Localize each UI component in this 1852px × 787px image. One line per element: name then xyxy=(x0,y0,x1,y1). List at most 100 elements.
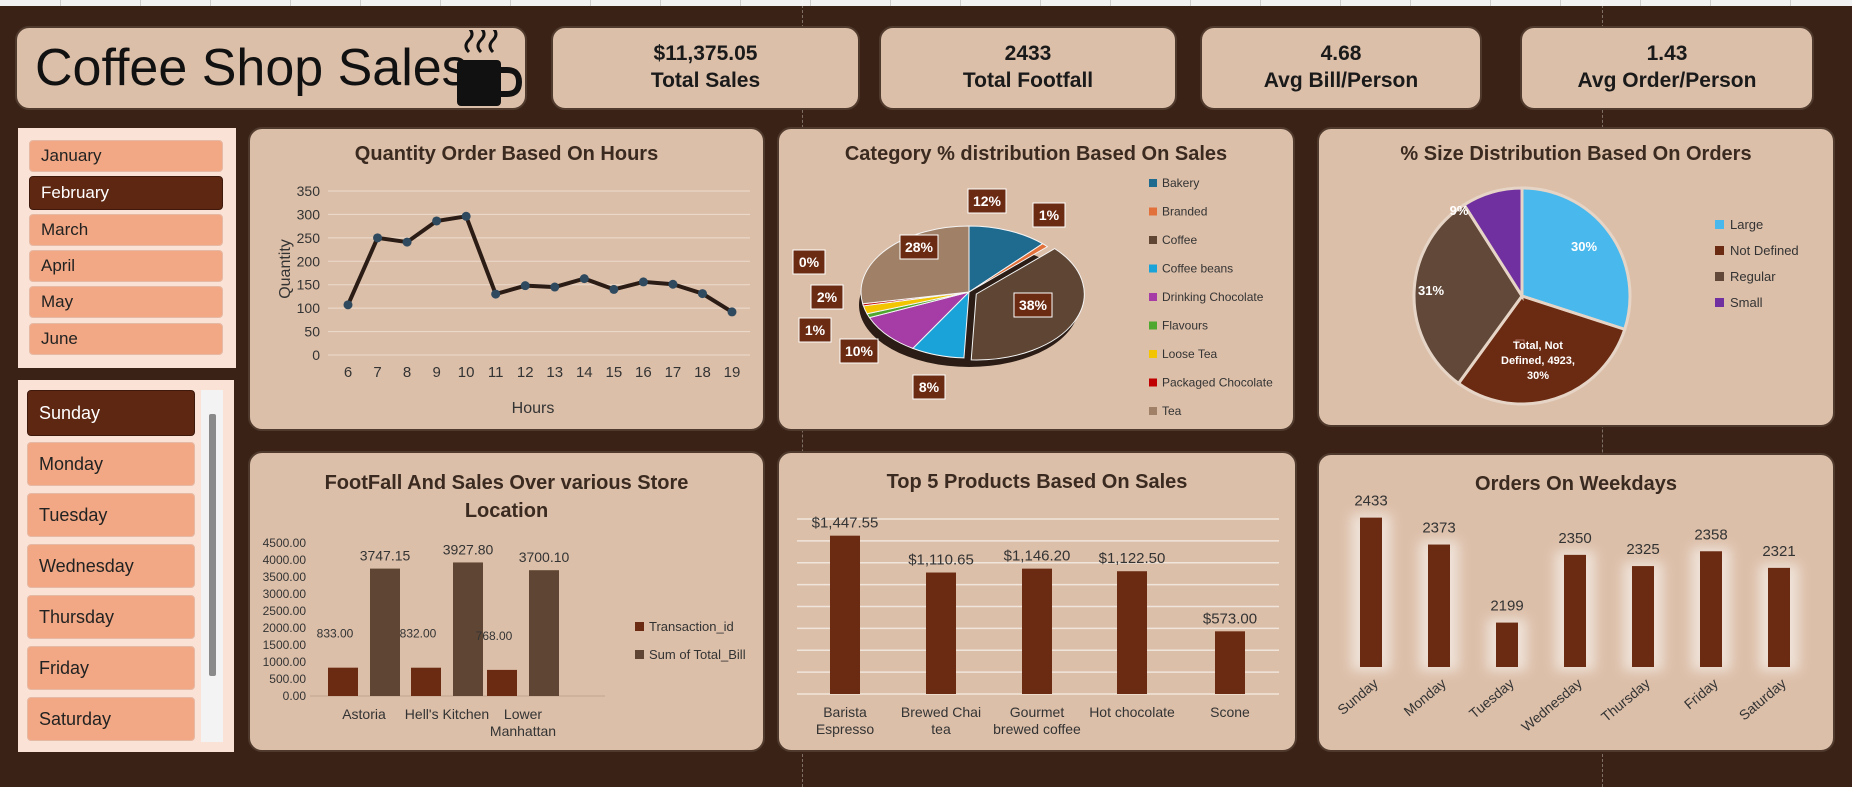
month-item-february[interactable]: February xyxy=(29,176,223,210)
month-slicer: January February March April May June xyxy=(18,128,236,368)
x-tick-label: 16 xyxy=(635,364,652,381)
data-point xyxy=(402,237,412,247)
y-tick-label: 1500.00 xyxy=(263,638,307,652)
data-point xyxy=(579,274,589,284)
month-item-june[interactable]: June xyxy=(29,323,223,355)
pie-data-label: 1% xyxy=(805,322,826,338)
pie-data-label: 8% xyxy=(919,379,940,395)
size-chart-card: % Size Distribution Based On Orders 30% 3… xyxy=(1317,127,1835,427)
legend-swatch xyxy=(635,650,644,659)
slicer-scrollbar-track[interactable] xyxy=(201,390,223,742)
bar xyxy=(926,572,956,694)
kpi-label: Avg Order/Person xyxy=(1577,69,1757,92)
weekdays-bar-chart: 2433 2373 2199 2350 2325 2358 2321 Sunday Monda… xyxy=(1334,493,1799,735)
bar-data-label: 2373 xyxy=(1422,520,1455,537)
legend-swatch xyxy=(1149,236,1157,244)
bar xyxy=(1700,551,1722,667)
pie-data-label: 2% xyxy=(817,289,838,305)
legend-swatch xyxy=(1149,407,1157,415)
bar xyxy=(370,568,400,696)
day-item-saturday[interactable]: Saturday xyxy=(27,697,195,741)
day-item-sunday[interactable]: Sunday xyxy=(27,390,195,436)
x-tick-label: Scone xyxy=(1210,704,1250,720)
coffee-cup-icon xyxy=(457,30,523,106)
legend-label: Coffee xyxy=(1162,233,1197,247)
month-item-may[interactable]: May xyxy=(29,286,223,318)
y-tick-label: 100 xyxy=(297,300,321,316)
hours-series-line xyxy=(346,214,734,314)
pie-data-label: 1% xyxy=(1039,207,1060,223)
legend-label: Coffee beans xyxy=(1162,262,1233,276)
legend-label: Large xyxy=(1730,217,1763,232)
legend-swatch xyxy=(1149,321,1157,330)
bar-data-label: $1,122.50 xyxy=(1099,550,1166,567)
month-item-april[interactable]: April xyxy=(29,250,223,282)
slicer-scrollbar-thumb[interactable] xyxy=(209,414,216,676)
y-tick-label: 50 xyxy=(304,324,320,340)
legend-label: Packaged Chocolate xyxy=(1162,376,1273,390)
y-tick-label: 3000.00 xyxy=(263,587,307,601)
day-item-tuesday[interactable]: Tuesday xyxy=(27,493,195,537)
x-tick-label: Barista xyxy=(823,704,867,720)
month-item-march[interactable]: March xyxy=(29,214,223,246)
bar xyxy=(1117,571,1147,694)
kpi-value: 1.43 xyxy=(1646,42,1688,65)
store-chart-card: FootFall And Sales Over various Store Lo… xyxy=(248,451,765,752)
bar xyxy=(830,535,860,694)
kpi-total-sales: $11,375.05 Total Sales xyxy=(551,26,860,110)
legend-label: Not Defined xyxy=(1730,243,1799,258)
bar xyxy=(487,669,517,696)
data-point xyxy=(638,277,648,287)
x-tick-label: Tuesday xyxy=(1466,675,1517,721)
x-tick-label: 11 xyxy=(488,364,504,381)
x-tick-label: Thursday xyxy=(1598,675,1653,725)
hours-line-chart: 0 50 100 150 200 250 300 350 6 7 8 9 10 11 12 13 14 15 16… xyxy=(277,183,750,417)
legend-swatch xyxy=(1149,293,1157,301)
x-tick-label: brewed coffee xyxy=(993,721,1081,737)
kpi-label: Total Sales xyxy=(650,69,761,92)
x-tick-label: 9 xyxy=(432,364,440,381)
x-tick-label: Hot chocolate xyxy=(1089,704,1175,720)
bar xyxy=(1360,517,1382,667)
legend-label: Tea xyxy=(1162,404,1182,418)
x-tick-label: Gourmet xyxy=(1010,704,1065,720)
bar-data-label: 3700.10 xyxy=(519,549,570,565)
day-item-thursday[interactable]: Thursday xyxy=(27,595,195,639)
legend-swatch xyxy=(1149,179,1157,187)
y-axis-title: Quantity xyxy=(277,239,294,299)
pie-data-label: 10% xyxy=(845,343,874,359)
y-tick-label: 1000.00 xyxy=(263,655,307,669)
kpi-total-footfall: 2433 Total Footfall xyxy=(879,26,1177,110)
day-item-monday[interactable]: Monday xyxy=(27,442,195,486)
x-tick-label: Brewed Chai xyxy=(901,704,981,720)
pie-data-label: 38% xyxy=(1019,297,1048,313)
bar-data-label: 2321 xyxy=(1762,543,1795,560)
x-tick-label: Espresso xyxy=(816,721,875,737)
x-tick-label: 17 xyxy=(665,364,682,381)
tooltip-line-2: Defined, 4923, xyxy=(1501,355,1575,367)
legend-swatch xyxy=(1715,220,1724,229)
bar-data-label: 3927.80 xyxy=(443,541,494,557)
legend-swatch xyxy=(1715,272,1724,281)
legend-swatch xyxy=(1715,298,1724,307)
page-title: Coffee Shop Sales xyxy=(35,39,468,97)
x-tick-label: Lower xyxy=(504,706,542,722)
legend-swatch xyxy=(635,622,644,631)
weekday-slicer: Sunday Monday Tuesday Wednesday Thursday… xyxy=(18,380,234,752)
sheet-header-strip xyxy=(0,0,1852,6)
month-item-january[interactable]: January xyxy=(29,140,223,172)
products-chart-card: Top 5 Products Based On Sales $1,447.55 $… xyxy=(777,451,1297,752)
day-item-friday[interactable]: Friday xyxy=(27,646,195,690)
y-tick-label: 4000.00 xyxy=(263,553,307,567)
bar xyxy=(1022,568,1052,694)
bar-data-label: 832.00 xyxy=(400,627,437,641)
x-tick-label: Hell's Kitchen xyxy=(405,706,489,722)
bar xyxy=(1215,631,1245,694)
pie-data-label: 30% xyxy=(1571,239,1597,254)
data-point xyxy=(697,289,707,299)
kpi-avg-order: 1.43 Avg Order/Person xyxy=(1520,26,1814,110)
day-item-wednesday[interactable]: Wednesday xyxy=(27,544,195,588)
data-point xyxy=(432,216,442,226)
y-tick-label: 2000.00 xyxy=(263,621,307,635)
x-tick-label: Saturday xyxy=(1736,675,1789,723)
